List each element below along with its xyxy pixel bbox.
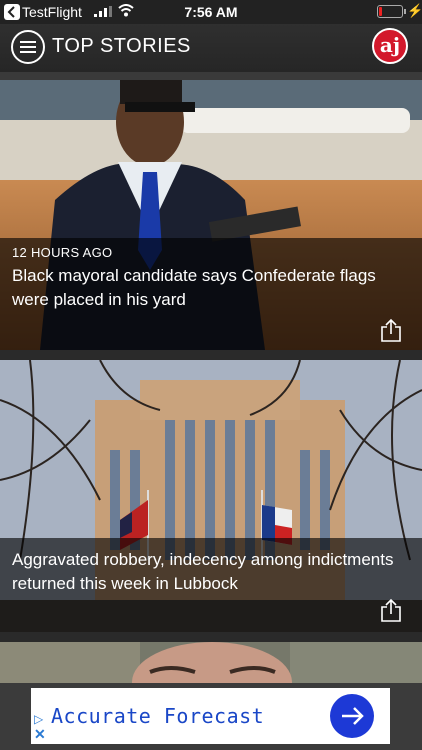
menu-icon[interactable] xyxy=(11,30,45,64)
clock: 7:56 AM xyxy=(184,4,238,20)
page-title: TOP STORIES xyxy=(52,35,191,57)
close-icon[interactable]: ✕ xyxy=(34,726,46,743)
share-icon[interactable] xyxy=(380,318,402,342)
story-headline[interactable]: Aggravated robbery, indecency among indi… xyxy=(12,548,412,596)
story-card[interactable] xyxy=(0,642,422,683)
story-photo xyxy=(0,642,422,683)
divider xyxy=(0,72,422,80)
ad-text[interactable]: Accurate Forecast xyxy=(51,704,264,728)
brand-logo[interactable]: aj xyxy=(372,28,408,64)
app-header: TOP STORIES aj xyxy=(0,24,422,72)
status-bar: TestFlight 7:56 AM ⚡ xyxy=(0,0,422,24)
story-caption: Aggravated robbery, indecency among indi… xyxy=(0,538,422,632)
ad-choices-icon[interactable]: ▷ xyxy=(34,712,43,726)
battery-icon xyxy=(377,5,406,18)
story-time: 12 HOURS AGO xyxy=(12,245,113,260)
ad-content[interactable]: ▷ ✕ Accurate Forecast xyxy=(31,688,390,744)
story-headline[interactable]: Black mayoral candidate says Confederate… xyxy=(12,264,412,312)
arrow-right-icon[interactable] xyxy=(330,694,374,738)
story-card[interactable]: Aggravated robbery, indecency among indi… xyxy=(0,360,422,632)
charging-icon: ⚡ xyxy=(407,3,422,18)
ad-banner: ▷ ✕ Accurate Forecast xyxy=(0,683,422,750)
story-caption: 12 HOURS AGO Black mayoral candidate say… xyxy=(0,238,422,350)
story-card[interactable]: 12 HOURS AGO Black mayoral candidate say… xyxy=(0,80,422,350)
share-icon[interactable] xyxy=(380,598,402,622)
